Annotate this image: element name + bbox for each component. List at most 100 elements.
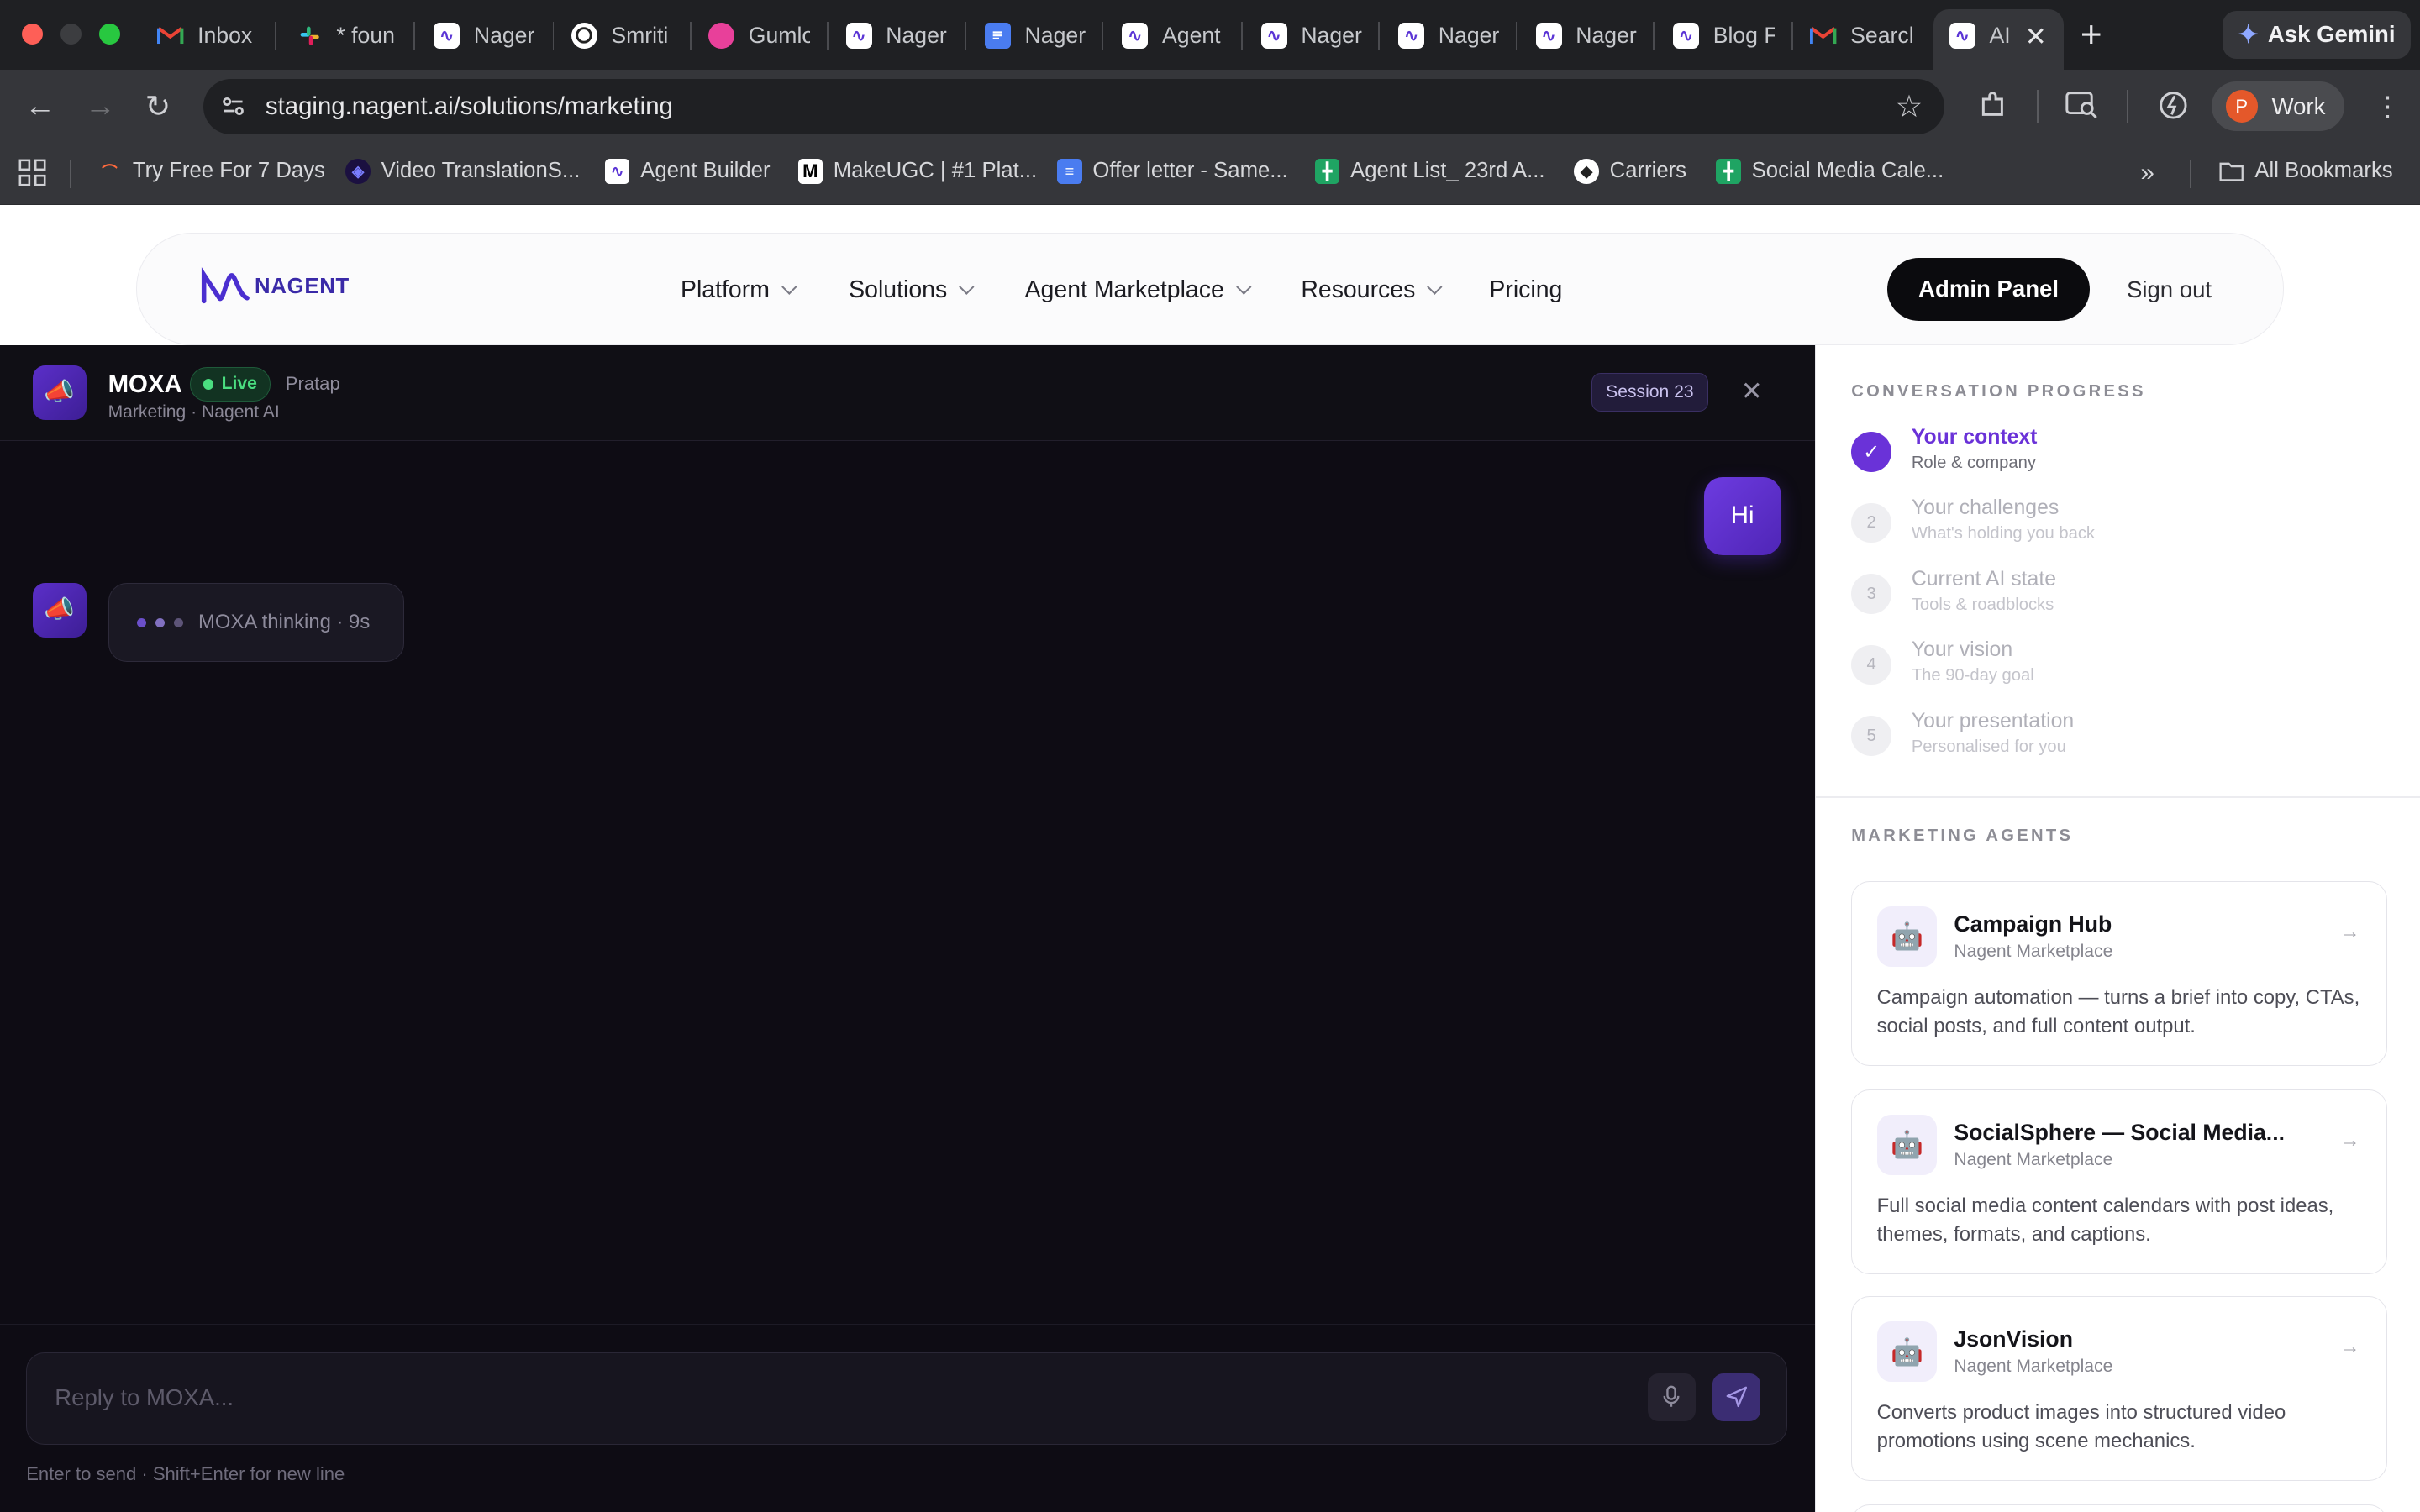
apps-grid-icon[interactable] bbox=[18, 159, 46, 186]
typing-dot bbox=[155, 617, 165, 627]
tab-label: Nager bbox=[1438, 22, 1500, 48]
browser-tab[interactable]: Searcl bbox=[1810, 13, 1912, 59]
admin-panel-button[interactable]: Admin Panel bbox=[1887, 257, 2090, 321]
performance-icon[interactable] bbox=[2158, 90, 2189, 129]
bookmark-item[interactable]: ╋ Social Media Cale... bbox=[1716, 159, 1944, 184]
agent-card[interactable]: 🤖 JsonVision Nagent Marketplace → Conver… bbox=[1851, 1295, 2387, 1482]
browser-tab-strip: Inbox * foun ∿ Nager Smriti Gumlo ∿ Nage… bbox=[0, 0, 2420, 70]
arrow-right-icon[interactable]: → bbox=[2340, 1129, 2360, 1152]
browser-tab[interactable]: Gumlo bbox=[708, 13, 810, 59]
nagent-icon: ∿ bbox=[1672, 22, 1700, 49]
site-settings-icon[interactable] bbox=[219, 92, 247, 120]
arrow-right-icon[interactable]: → bbox=[2340, 921, 2360, 944]
sheets-icon: ╋ bbox=[1314, 159, 1340, 184]
browser-tab[interactable]: ∿ Blog F bbox=[1672, 13, 1775, 59]
reload-icon[interactable]: ↻ bbox=[145, 88, 171, 124]
more-bookmarks-icon[interactable]: » bbox=[2141, 159, 2154, 187]
bookmark-item[interactable]: ╋ Agent List_ 23rd A... bbox=[1314, 159, 1545, 184]
nav-label: Resources bbox=[1301, 276, 1416, 303]
step-subtitle: Personalised for you bbox=[1911, 737, 2066, 756]
new-tab-button[interactable]: + bbox=[2081, 14, 2102, 56]
extensions-icon[interactable] bbox=[1977, 90, 2008, 129]
nav-label: Solutions bbox=[849, 276, 948, 303]
agent-card[interactable]: 🤖 SocialSphere — Social Media... Nagent … bbox=[1851, 1089, 2387, 1275]
bookmark-item[interactable]: ⌒ Try Free For 7 Days bbox=[97, 159, 325, 183]
browser-tab[interactable]: Nager bbox=[984, 13, 1086, 59]
back-arrow-icon[interactable]: ← bbox=[24, 88, 55, 123]
bookmark-item[interactable]: M MakeUGC | #1 Plat... bbox=[797, 159, 1037, 184]
tab-label: * foun bbox=[336, 22, 395, 48]
tab-search-icon[interactable] bbox=[2065, 90, 2099, 129]
browser-tab[interactable]: * foun bbox=[297, 13, 396, 59]
sign-out-link[interactable]: Sign out bbox=[2127, 276, 2212, 303]
gmail-icon bbox=[157, 23, 184, 49]
browser-tab[interactable]: ∿ Nager bbox=[1260, 13, 1363, 59]
nagent-icon: ∿ bbox=[1398, 22, 1425, 49]
agent-card-source: Nagent Marketplace bbox=[1954, 1357, 2113, 1377]
tab-label: Searcl bbox=[1850, 22, 1912, 48]
nav-platform[interactable]: Platform bbox=[681, 276, 797, 304]
ask-gemini-button[interactable]: ✦ Ask Gemini bbox=[2222, 10, 2411, 59]
url-text[interactable]: staging.nagent.ai/solutions/marketing bbox=[266, 92, 673, 121]
browser-tab[interactable]: ∿ Nager bbox=[1535, 13, 1638, 59]
bookmark-star-icon[interactable]: ☆ bbox=[1896, 88, 1923, 124]
nav-solutions[interactable]: Solutions bbox=[849, 276, 975, 304]
nav-pricing[interactable]: Pricing bbox=[1489, 276, 1562, 304]
agent-card[interactable]: 🤖 Campaign Hub Nagent Marketplace → Camp… bbox=[1851, 880, 2387, 1067]
step-subtitle: Role & company bbox=[1911, 453, 2036, 472]
forward-arrow-icon[interactable]: → bbox=[85, 88, 116, 123]
message-input[interactable] bbox=[55, 1383, 1444, 1411]
window-zoom-button[interactable] bbox=[98, 23, 121, 45]
close-tab-icon[interactable]: ✕ bbox=[2025, 22, 2047, 52]
window-close-button[interactable] bbox=[21, 23, 44, 45]
browser-tab[interactable]: ∿ Agent bbox=[1122, 13, 1223, 59]
right-sidebar: CONVERSATION PROGRESS ✓ Your context Rol… bbox=[1814, 345, 2420, 1512]
typing-dot bbox=[136, 617, 146, 627]
bookmark-item[interactable]: ∿ Agent Builder bbox=[604, 159, 771, 184]
agent-card-partial[interactable] bbox=[1851, 1504, 2387, 1512]
tab-label: Smriti bbox=[611, 22, 669, 48]
agent-card-source: Nagent Marketplace bbox=[1954, 942, 2113, 962]
browser-menu-icon[interactable]: ⋮ bbox=[2374, 90, 2402, 123]
address-bar[interactable]: staging.nagent.ai/solutions/marketing ☆ bbox=[203, 78, 1945, 134]
agent-card-name: JsonVision bbox=[1954, 1326, 2073, 1352]
bookmark-item[interactable]: ≡ Offer letter - Same... bbox=[1057, 159, 1288, 184]
composer-area: Enter to send · Shift+Enter for new line bbox=[0, 1323, 1815, 1512]
bookmark-item[interactable]: ◈ Video TranslationS... bbox=[345, 159, 580, 184]
gmail-icon bbox=[1810, 23, 1837, 49]
progress-heading: CONVERSATION PROGRESS bbox=[1851, 382, 2146, 402]
profile-chip[interactable]: P Work bbox=[2211, 81, 2344, 132]
browser-tab[interactable]: ∿ Nager bbox=[434, 13, 535, 59]
bookmark-item[interactable]: ◆ Carriers bbox=[1574, 159, 1686, 184]
bookmark-label: Try Free For 7 Days bbox=[132, 159, 325, 183]
gemini-sparkle-icon: ✦ bbox=[2238, 20, 2259, 49]
nav-label: Agent Marketplace bbox=[1024, 276, 1224, 303]
browser-tab[interactable]: Smriti bbox=[571, 13, 671, 59]
nagent-icon: ∿ bbox=[434, 22, 460, 49]
close-chat-icon[interactable]: ✕ bbox=[1741, 376, 1763, 407]
status-badge: Live bbox=[189, 367, 271, 402]
arrow-right-icon[interactable]: → bbox=[2340, 1336, 2360, 1359]
window-minimize-button[interactable] bbox=[60, 23, 82, 45]
browser-tab[interactable]: Inbox bbox=[157, 13, 253, 59]
session-badge: Session 23 bbox=[1591, 373, 1709, 412]
nagent-logo[interactable]: NAGENT bbox=[201, 266, 350, 307]
nagent-icon: ∿ bbox=[845, 22, 872, 49]
step-title: Your presentation bbox=[1911, 709, 2075, 732]
all-bookmarks[interactable]: All Bookmarks bbox=[2219, 159, 2393, 183]
agent-card-name: Campaign Hub bbox=[1954, 911, 2112, 937]
nav-agent-marketplace[interactable]: Agent Marketplace bbox=[1024, 276, 1252, 304]
browser-tab-active[interactable]: ∿ AI bbox=[1949, 13, 2019, 59]
megaphone-icon: 📣 bbox=[44, 596, 75, 624]
nagent-icon: ∿ bbox=[1535, 22, 1562, 49]
progress-step: 3 Current AI state Tools & roadblocks bbox=[1851, 568, 2407, 638]
browser-tab[interactable]: ∿ Nager bbox=[845, 13, 948, 59]
send-icon[interactable] bbox=[1712, 1373, 1760, 1421]
nagent-icon: ∿ bbox=[1122, 22, 1149, 49]
step-subtitle: The 90-day goal bbox=[1911, 666, 2034, 685]
robot-icon: 🤖 bbox=[1876, 1115, 1938, 1175]
browser-tab[interactable]: ∿ Nager bbox=[1398, 13, 1500, 59]
microphone-icon[interactable] bbox=[1647, 1373, 1696, 1421]
nav-resources[interactable]: Resources bbox=[1301, 276, 1443, 304]
logo-text: NAGENT bbox=[255, 275, 350, 299]
